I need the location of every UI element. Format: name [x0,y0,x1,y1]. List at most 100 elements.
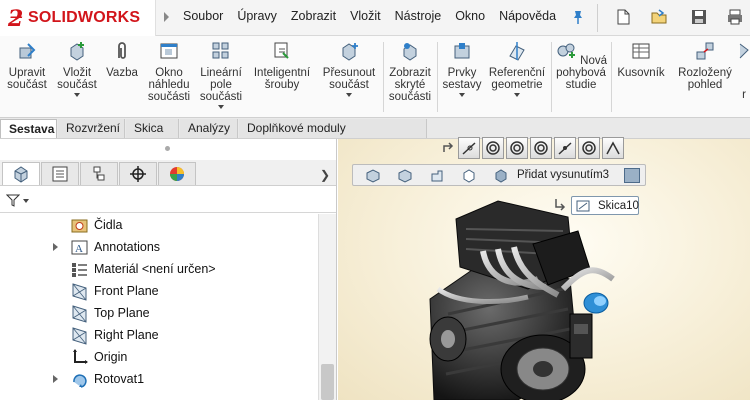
concentric-circle-icon [582,141,596,155]
expand-arrow-icon[interactable] [53,375,58,383]
tree-item-top-plane[interactable]: Top Plane [0,302,318,324]
move-component-button[interactable]: Přesunout součást [318,40,380,97]
plane-icon [72,305,87,323]
motion-study-icon [557,43,575,58]
circle-tool[interactable] [482,137,504,159]
tab-analysis[interactable]: Analýzy [180,119,238,138]
filter-funnel-icon[interactable] [6,193,20,207]
move-component-dropdown-icon[interactable] [346,93,352,97]
brand-name: SOLIDWORKS [28,9,141,26]
panel-tabs-more-icon[interactable]: ❯ [320,168,330,182]
tab-sketch[interactable]: Skica [126,119,179,138]
expand-arrow-icon[interactable] [53,243,58,251]
reference-geometry-button[interactable]: Referenční geometrie [486,40,548,97]
tab-feature-manager[interactable] [2,162,40,185]
smart-dimension-tool[interactable] [602,137,624,159]
tree-item-material[interactable]: Materiál <není určen> [0,258,318,280]
part-breadcrumb-icon[interactable] [429,168,445,184]
cropped-command-button[interactable]: r [738,40,750,101]
circle-tool-2[interactable] [506,137,528,159]
pin-icon[interactable] [572,10,584,24]
concentric-circle-icon [534,141,548,155]
sketch-breadcrumb-icon[interactable] [624,168,640,183]
tab-dimxpert-manager[interactable] [119,162,157,185]
assembly-features-button[interactable]: Prvky sestavy [440,40,484,97]
tree-item-front-plane[interactable]: Front Plane [0,280,318,302]
plane-icon [72,283,87,301]
appearance-sphere-icon [170,167,184,181]
filter-dropdown-icon[interactable] [23,199,29,203]
sketch-flag[interactable]: Skica10 [571,196,639,215]
body-breadcrumb-icon[interactable] [461,168,477,184]
show-hidden-components-button[interactable]: Zobrazit skryté součásti [386,40,434,103]
plane-icon [72,327,87,345]
menu-edit[interactable]: Úpravy [237,9,277,23]
tree-scrollbar[interactable] [318,214,336,400]
menu-file[interactable]: Soubor [183,9,223,23]
tree-item-annotations[interactable]: A Annotations [0,236,318,258]
panel-splitter-handle[interactable] [165,146,170,151]
smart-fasteners-button[interactable]: Inteligentní šrouby [250,40,314,91]
new-motion-study-button[interactable]: Nová pohybová studie [554,40,608,91]
insert-component-dropdown-icon[interactable] [74,93,80,97]
tree-item-revolve1[interactable]: Rotovat1 [0,368,318,390]
crosshair-icon [130,166,146,182]
tab-layout[interactable]: Rozvržení [58,119,125,138]
menu-insert[interactable]: Vložit [350,9,381,23]
move-component-icon [342,43,358,61]
selection-breadcrumb: Přidat vysunutím3 [352,164,646,186]
tree-filter [0,188,336,213]
revolve-icon [73,374,87,388]
arc-tool[interactable] [554,137,576,159]
concentric-circle-icon [486,141,500,155]
mate-button[interactable]: Vazba [102,40,142,79]
new-document-icon[interactable] [614,8,632,26]
tab-addins[interactable]: Doplňkové moduly SOLIDWORKS [239,119,427,154]
save-icon[interactable] [690,8,708,26]
tree-item-sensors[interactable]: Čidla [0,214,318,236]
print-icon[interactable] [726,8,744,26]
feature-tree: Čidla A Annotations Materiál <není určen… [0,214,318,400]
menu-bar: ƻ SOLIDWORKS Soubor Úpravy Zobrazit Vlož… [0,0,750,36]
breadcrumb-feature-label[interactable]: Přidat vysunutím3 [517,169,609,181]
extrude-breadcrumb-icon[interactable] [493,168,509,184]
tree-scrollbar-thumb[interactable] [321,364,334,400]
assembly-features-dropdown-icon[interactable] [459,93,465,97]
tab-property-manager[interactable] [41,162,79,185]
reference-geometry-dropdown-icon[interactable] [514,93,520,97]
tab-display-manager[interactable] [158,162,196,185]
circle-tool-4[interactable] [578,137,600,159]
sketch-line-icon [462,142,476,155]
command-separator [383,42,384,112]
menu-help[interactable]: Nápověda [499,9,556,23]
solidworks-logo[interactable]: ƻ SOLIDWORKS [0,0,156,36]
tree-item-right-plane[interactable]: Right Plane [0,324,318,346]
command-separator [611,42,612,112]
annotations-icon: A [71,240,88,255]
edit-component-button[interactable]: Upravit součást [4,40,50,91]
tree-item-origin[interactable]: Origin [0,346,318,368]
assembly-breadcrumb-icon[interactable] [365,168,381,184]
circle-tool-3[interactable] [530,137,552,159]
menu-view[interactable]: Zobrazit [291,9,336,23]
tab-configuration-manager[interactable] [80,162,118,185]
preview-window-icon [160,43,178,59]
subassembly-breadcrumb-icon[interactable] [397,168,413,184]
tab-assembly[interactable]: Sestava [0,119,57,138]
bill-of-materials-button[interactable]: Kusovník [614,40,668,79]
menu-tools[interactable]: Nástroje [395,9,442,23]
panel-tabs: ❯ [0,160,336,186]
menu-window[interactable]: Okno [455,9,485,23]
open-folder-icon[interactable] [650,8,668,26]
linear-pattern-dropdown-icon[interactable] [218,105,224,109]
sketch-line-tool[interactable] [458,137,480,159]
show-hidden-icon [403,43,417,61]
exploded-view-button[interactable]: Rozložený pohled [672,40,738,91]
headsup-arrow-icon[interactable] [442,140,456,154]
concentric-circle-icon [510,141,524,155]
component-preview-button[interactable]: Okno náhledu součásti [144,40,194,103]
logo-arrow-icon[interactable] [164,12,169,22]
insert-component-button[interactable]: Vložit součást [54,40,100,97]
linear-pattern-button[interactable]: Lineární pole součásti [196,40,246,109]
command-separator [437,42,438,112]
